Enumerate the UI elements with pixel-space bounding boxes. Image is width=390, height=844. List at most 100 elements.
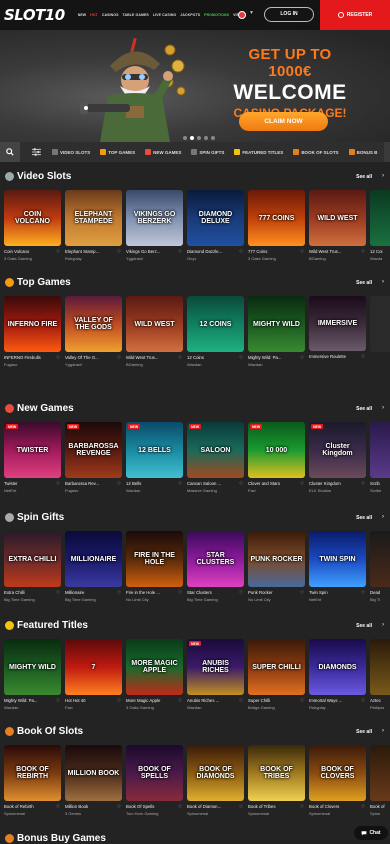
- chevron-right-icon[interactable]: ›: [382, 405, 384, 411]
- game-thumbnail[interactable]: TWISTER NEW: [4, 422, 61, 478]
- game-thumbnail[interactable]: 12 BELLS NEW: [126, 422, 183, 478]
- chat-button[interactable]: Chat: [354, 826, 388, 840]
- game-thumbnail[interactable]: Cluster Kingdom NEW: [309, 422, 366, 478]
- game-card[interactable]: 777 COINS 777 Coins ♡ 3 Oaks Gaming: [248, 190, 305, 261]
- favorite-heart-icon[interactable]: ♡: [178, 355, 182, 360]
- carousel-dot[interactable]: [211, 136, 215, 140]
- favorite-heart-icon[interactable]: ♡: [56, 804, 60, 809]
- tab-featured-titles[interactable]: FEATURED TITLES: [234, 149, 283, 155]
- tab-video-slots[interactable]: VIDEO SLOTS: [52, 149, 90, 155]
- favorite-heart-icon[interactable]: ♡: [300, 249, 304, 254]
- game-card[interactable]: MIGHTY WILD Mighty Wild: Pa... ♡ Wazdan: [4, 639, 61, 710]
- game-card[interactable]: VALLEY OF THE GODS Valley Of The G... ♡ Ygg…: [65, 296, 122, 367]
- nav-item-new[interactable]: NEW: [78, 13, 86, 17]
- game-thumbnail[interactable]: [370, 531, 390, 587]
- filter-button[interactable]: [26, 142, 46, 162]
- chevron-down-icon[interactable]: ▼: [249, 10, 254, 16]
- see-all-link[interactable]: See all: [356, 623, 372, 629]
- game-card[interactable]: MORE MAGIC APPLE More Magic Apple ♡ 3 Oaks …: [126, 639, 183, 710]
- game-card[interactable]: MILLIONAIRE Millionaire ♡ Big Time Gaming: [65, 531, 122, 602]
- game-thumbnail[interactable]: BOOK OF CLOVERS: [309, 745, 366, 801]
- game-card[interactable]: ANUBIS RICHES NEW Anubis Riches ... ♡ Wazdan: [187, 639, 244, 710]
- game-card[interactable]: DIAMOND DELUXE Diamond Dazzle... ♡ Onyx: [187, 190, 244, 261]
- favorite-heart-icon[interactable]: ♡: [300, 481, 304, 486]
- nav-item-hot[interactable]: HOT: [90, 13, 98, 17]
- game-thumbnail[interactable]: 7: [65, 639, 122, 695]
- tab-book-of-slots[interactable]: BOOK OF SLOTS: [293, 149, 339, 155]
- game-thumbnail[interactable]: 10 000 NEW: [248, 422, 305, 478]
- game-thumbnail[interactable]: 12: [370, 190, 390, 246]
- favorite-heart-icon[interactable]: ♡: [300, 804, 304, 809]
- game-thumbnail[interactable]: ELEPHANT STAMPEDE: [65, 190, 122, 246]
- see-all-link[interactable]: See all: [356, 174, 372, 180]
- see-all-link[interactable]: See all: [356, 406, 372, 412]
- game-card[interactable]: BOOK OF SPELLS Book Of Spells ♡ Tom Horn Ga…: [126, 745, 183, 816]
- game-card[interactable]: FIRE IN THE HOLE Fire in the Hole ... ♡ No …: [126, 531, 183, 602]
- favorite-heart-icon[interactable]: ♡: [239, 355, 243, 360]
- game-thumbnail[interactable]: BARBAROSSA REVENGE NEW: [65, 422, 122, 478]
- carousel-dot[interactable]: [183, 136, 187, 140]
- game-thumbnail[interactable]: MORE MAGIC APPLE: [126, 639, 183, 695]
- favorite-heart-icon[interactable]: ♡: [361, 354, 365, 359]
- game-card[interactable]: WILD WEST Wild West Trus... ♡ BGaming: [309, 190, 366, 261]
- game-thumbnail[interactable]: VALLEY OF THE GODS: [65, 296, 122, 352]
- nav-item-live-casino[interactable]: LIVE CASINO: [153, 13, 176, 17]
- see-all-link[interactable]: See all: [356, 515, 372, 521]
- game-card[interactable]: EXTRA CHILLI Extra Chilli ♡ Big Time Gaming: [4, 531, 61, 602]
- search-button[interactable]: [0, 142, 20, 162]
- game-card[interactable]: BOOK OF CLOVERS Book of Clovers ♡ Spinomena…: [309, 745, 366, 816]
- favorite-heart-icon[interactable]: ♡: [178, 481, 182, 486]
- game-card[interactable]: 12 COINS 12 Coins ♡ Wazdan: [187, 296, 244, 367]
- game-card[interactable]: MIGHTY WILD Mighty Wild: Pa... ♡ Wazdan: [248, 296, 305, 367]
- game-card[interactable]: BOOK OF REBIRTH Book of Rebirth ♡ Spinomena…: [4, 745, 61, 816]
- tab-new-games[interactable]: NEW GAMES: [145, 149, 181, 155]
- game-card[interactable]: 10 000 NEW Clover and Stars ♡ Fazi: [248, 422, 305, 493]
- logo[interactable]: SLOT10: [4, 6, 65, 24]
- game-thumbnail[interactable]: DIAMOND DELUXE: [187, 190, 244, 246]
- nav-item-casinos[interactable]: CASINOS: [102, 13, 119, 17]
- chevron-right-icon[interactable]: ›: [382, 173, 384, 179]
- game-thumbnail[interactable]: [370, 296, 390, 352]
- game-thumbnail[interactable]: [370, 639, 390, 695]
- language-flag-icon[interactable]: [238, 11, 246, 19]
- favorite-heart-icon[interactable]: ♡: [117, 804, 121, 809]
- favorite-heart-icon[interactable]: ♡: [56, 698, 60, 703]
- game-thumbnail[interactable]: MILLION BOOK: [65, 745, 122, 801]
- game-card[interactable]: Cluster Kingdom NEW Cluster Kingdom ♡ ELK St…: [309, 422, 366, 493]
- game-thumbnail[interactable]: PUNK ROCKER: [248, 531, 305, 587]
- tab-bonus-buy[interactable]: BONUS B: [348, 149, 377, 155]
- game-card[interactable]: DIAMONDS Immortal Ways ... ♡ Rubyplay: [309, 639, 366, 710]
- game-thumbnail[interactable]: SUPER CHILLI: [248, 639, 305, 695]
- chevron-right-icon[interactable]: ›: [382, 622, 384, 628]
- game-thumbnail[interactable]: WILD WEST: [309, 190, 366, 246]
- game-card[interactable]: SALOON NEW Cancan Saloon ... ♡ Massive Gamin…: [187, 422, 244, 493]
- favorite-heart-icon[interactable]: ♡: [300, 698, 304, 703]
- game-card[interactable]: MILLION BOOK Million Book ♡ 3 Genies: [65, 745, 122, 816]
- game-thumbnail[interactable]: MILLIONAIRE: [65, 531, 122, 587]
- game-card[interactable]: WILD WEST Wild West Trus... ♡ BGaming: [126, 296, 183, 367]
- game-thumbnail[interactable]: EXTRA CHILLI: [4, 531, 61, 587]
- game-card[interactable]: 7 Hot Hot 40 ♡ Fazi: [65, 639, 122, 710]
- game-card[interactable]: BOOK OF DIAMONDS Book of Diamon... ♡ Spinom…: [187, 745, 244, 816]
- game-card[interactable]: 12 BELLS NEW 12 Bells ♡ Wazdan: [126, 422, 183, 493]
- favorite-heart-icon[interactable]: ♡: [239, 698, 243, 703]
- nav-item-promotions[interactable]: PROMOTIONS: [204, 13, 229, 17]
- favorite-heart-icon[interactable]: ♡: [239, 590, 243, 595]
- game-thumbnail[interactable]: 12 COINS: [187, 296, 244, 352]
- game-card[interactable]: STAR CLUSTERS Star Clusters ♡ Big Time Gami…: [187, 531, 244, 602]
- favorite-heart-icon[interactable]: ♡: [117, 249, 121, 254]
- favorite-heart-icon[interactable]: ♡: [56, 481, 60, 486]
- favorite-heart-icon[interactable]: ♡: [178, 804, 182, 809]
- game-thumbnail[interactable]: [370, 422, 390, 478]
- favorite-heart-icon[interactable]: ♡: [56, 249, 60, 254]
- game-card[interactable]: COIN VOLCANO Coin Volcano ♡ 3 Oaks Gaming: [4, 190, 61, 261]
- tab-top-games[interactable]: TOP GAMES: [100, 149, 135, 155]
- favorite-heart-icon[interactable]: ♡: [361, 698, 365, 703]
- chevron-right-icon[interactable]: ›: [382, 279, 384, 285]
- game-card[interactable]: Dead♡ Big Ti: [370, 531, 390, 602]
- favorite-heart-icon[interactable]: ♡: [361, 249, 365, 254]
- game-card[interactable]: ELEPHANT STAMPEDE Elephant Stamp... ♡ Rubyp…: [65, 190, 122, 261]
- game-card[interactable]: Aztec♡ Platipus: [370, 639, 390, 710]
- tab-spin-gifts[interactable]: SPIN GIFTS: [191, 149, 224, 155]
- favorite-heart-icon[interactable]: ♡: [117, 590, 121, 595]
